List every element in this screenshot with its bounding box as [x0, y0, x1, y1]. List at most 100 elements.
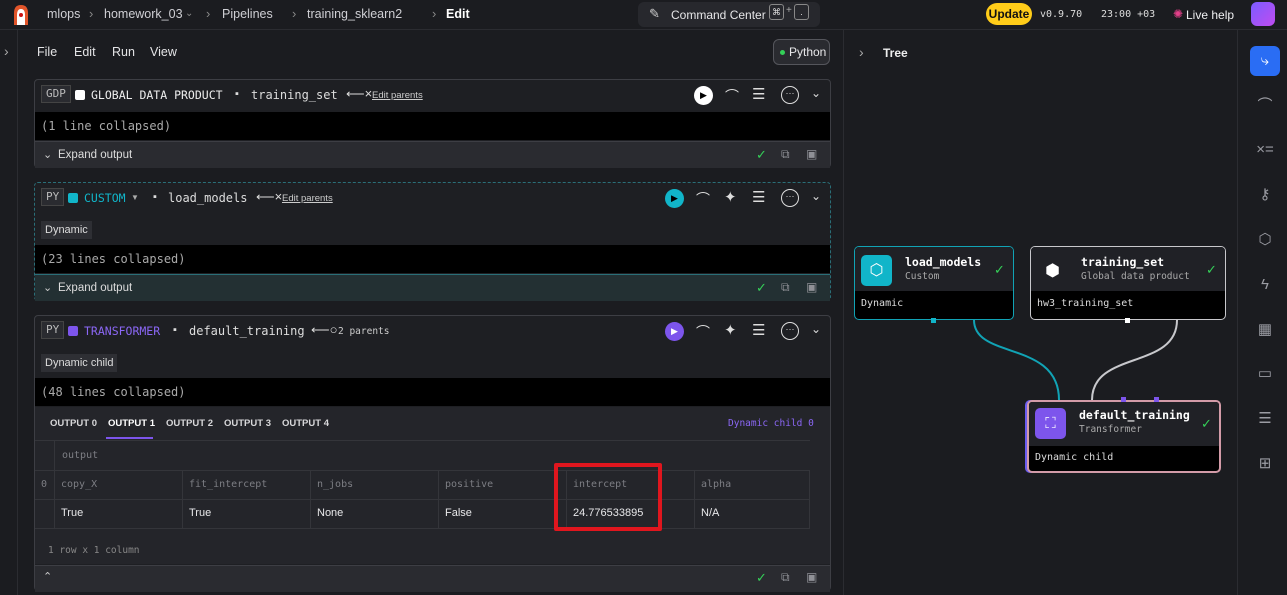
- node-title: default_training: [1079, 408, 1190, 422]
- chevron-right-icon: ›: [89, 6, 94, 21]
- tab-output-1[interactable]: OUTPUT 1: [108, 418, 155, 429]
- block-language-tag: PY: [41, 321, 65, 339]
- column-header: fit_intercept: [189, 479, 268, 490]
- collapsed-code[interactable]: (1 line collapsed): [35, 112, 830, 140]
- command-center-label: Command Center: [671, 8, 766, 22]
- blocks-icon[interactable]: ⊞: [1250, 449, 1280, 479]
- block-name[interactable]: default_training: [189, 324, 305, 338]
- dynamic-child-label: Dynamic child 0: [728, 418, 814, 429]
- edit-parents-link[interactable]: Edit parents: [282, 193, 333, 204]
- collapsed-code[interactable]: (48 lines collapsed): [35, 378, 830, 406]
- table-icon[interactable]: ▦: [1250, 315, 1280, 345]
- block-type-label[interactable]: TRANSFORMER: [84, 324, 160, 338]
- chevron-down-icon[interactable]: ▼: [131, 193, 139, 202]
- menu-run[interactable]: Run: [112, 45, 135, 59]
- node-port[interactable]: [931, 318, 936, 323]
- chevron-down-icon[interactable]: ⌄: [43, 281, 52, 294]
- active-tab-indicator: [106, 437, 153, 439]
- shortcut-key-period: .: [794, 4, 809, 20]
- block-language-tag: PY: [41, 188, 65, 206]
- run-icon[interactable]: ▶: [694, 86, 713, 105]
- save-icon[interactable]: ▣: [806, 147, 817, 161]
- tab-output-2[interactable]: OUTPUT 2: [166, 418, 213, 429]
- open-icon[interactable]: ⧉: [781, 280, 790, 295]
- open-icon[interactable]: ⧉: [781, 147, 790, 162]
- cube-icon: ⬢: [1045, 261, 1060, 280]
- breadcrumb-pipeline[interactable]: training_sklearn2: [307, 7, 402, 21]
- logo-icon[interactable]: [10, 3, 32, 27]
- bolt-icon[interactable]: ϟ: [1250, 270, 1280, 300]
- menu-file[interactable]: File: [37, 45, 57, 59]
- block-color-swatch: [68, 326, 78, 336]
- node-title: training_set: [1081, 255, 1165, 269]
- chevron-right-icon[interactable]: ›: [859, 44, 864, 60]
- breadcrumb-mode: Edit: [446, 7, 470, 21]
- more-icon[interactable]: ···: [781, 189, 799, 207]
- cube-icon[interactable]: ⬡: [1250, 225, 1280, 255]
- open-icon[interactable]: ⧉: [781, 570, 790, 585]
- chevron-right-icon[interactable]: ›: [4, 43, 9, 59]
- chart-icon[interactable]: ⌒: [1250, 91, 1280, 121]
- key-icon[interactable]: ⚷: [1250, 180, 1280, 210]
- expand-output-button[interactable]: Expand output: [58, 149, 132, 161]
- settings-icon[interactable]: ☰: [752, 188, 765, 206]
- node-port[interactable]: [1121, 397, 1126, 402]
- update-button[interactable]: Update: [986, 3, 1032, 25]
- tab-output-0[interactable]: OUTPUT 0: [50, 418, 97, 429]
- block-language-tag: GDP: [41, 85, 71, 103]
- tab-output-4[interactable]: OUTPUT 4: [282, 418, 329, 429]
- chevron-right-icon: ›: [432, 6, 437, 21]
- column-header: positive: [445, 479, 494, 490]
- breadcrumb-section[interactable]: Pipelines: [222, 7, 273, 21]
- more-icon[interactable]: ···: [781, 86, 799, 104]
- node-type: Custom: [905, 271, 940, 282]
- node-port[interactable]: [1125, 318, 1130, 323]
- expand-output-button[interactable]: Expand output: [58, 282, 132, 294]
- block-type-label[interactable]: CUSTOM: [84, 191, 126, 205]
- block-name[interactable]: training_set: [251, 88, 338, 102]
- chart-icon[interactable]: ⌒: [725, 86, 739, 106]
- save-icon[interactable]: ▣: [806, 280, 817, 294]
- avatar[interactable]: [1251, 2, 1275, 26]
- node-type: Global data product: [1081, 271, 1190, 282]
- tree-icon[interactable]: ⤷: [1250, 46, 1280, 76]
- run-icon[interactable]: ▶: [665, 189, 684, 208]
- settings-icon[interactable]: ☰: [752, 321, 765, 339]
- file-icon: ▪: [173, 324, 177, 336]
- sliders-icon[interactable]: ☰: [1250, 404, 1280, 434]
- parents-count[interactable]: 2 parents: [338, 326, 389, 337]
- terminal-icon[interactable]: ▭: [1250, 359, 1280, 389]
- breadcrumb-project[interactable]: mlops: [47, 7, 80, 21]
- chevron-down-icon[interactable]: ⌄: [811, 189, 821, 203]
- chevron-down-icon[interactable]: ⌄: [811, 322, 821, 336]
- ai-icon[interactable]: ✦: [724, 188, 737, 206]
- chart-icon[interactable]: ⌒: [696, 189, 710, 209]
- check-icon: ✓: [1206, 262, 1217, 277]
- collapsed-code[interactable]: (23 lines collapsed): [35, 245, 830, 273]
- live-help-link[interactable]: Live help: [1186, 8, 1234, 22]
- block-name[interactable]: load_models: [168, 191, 247, 205]
- breadcrumb-folder[interactable]: homework_03: [104, 7, 183, 21]
- node-title: load_models: [905, 255, 982, 269]
- variables-icon[interactable]: ×=: [1250, 135, 1280, 165]
- cube-icon: ⬡: [861, 255, 892, 286]
- settings-icon[interactable]: ☰: [752, 85, 765, 103]
- chevron-down-icon[interactable]: ⌄: [185, 8, 193, 19]
- tab-output-3[interactable]: OUTPUT 3: [224, 418, 271, 429]
- chevron-right-icon: ›: [206, 6, 211, 21]
- live-help-icon: ✺: [1173, 7, 1184, 21]
- menu-edit[interactable]: Edit: [74, 45, 96, 59]
- menu-view[interactable]: View: [150, 45, 177, 59]
- more-icon[interactable]: ···: [781, 322, 799, 340]
- node-footer: Dynamic child: [1035, 452, 1114, 463]
- ai-icon[interactable]: ✦: [724, 321, 737, 339]
- save-icon[interactable]: ▣: [806, 570, 817, 584]
- chevron-up-icon[interactable]: ⌃: [43, 570, 52, 583]
- chevron-down-icon[interactable]: ⌄: [43, 148, 52, 161]
- run-icon[interactable]: ▶: [665, 322, 684, 341]
- chevron-down-icon[interactable]: ⌄: [811, 86, 821, 100]
- edit-parents-link[interactable]: Edit parents: [372, 90, 423, 101]
- node-port[interactable]: [1154, 397, 1159, 402]
- row-index: 0: [41, 479, 48, 490]
- chart-icon[interactable]: ⌒: [696, 322, 710, 342]
